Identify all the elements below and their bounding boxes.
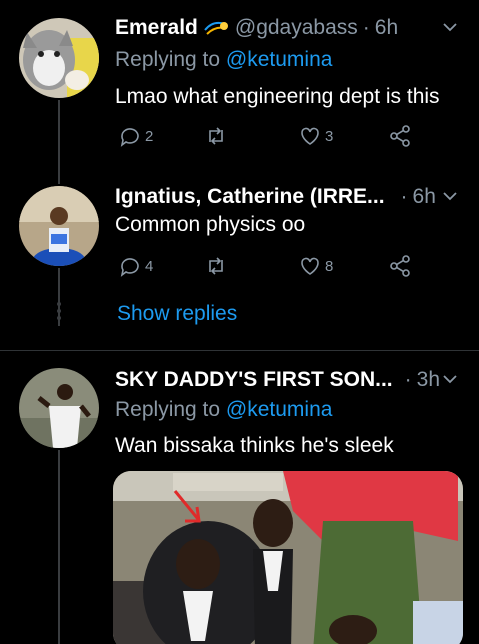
replying-to: Replying to @ketumina xyxy=(115,48,332,72)
tweet-emerald[interactable]: Emerald @gdayabass · 6h Replying to @ket… xyxy=(0,0,479,180)
display-name[interactable]: Emerald xyxy=(115,16,198,40)
avatar-sky-daddy[interactable] xyxy=(19,368,99,448)
timestamp[interactable]: 3h xyxy=(417,368,440,392)
like-icon xyxy=(301,127,319,145)
tweet-text: Common physics oo xyxy=(115,213,306,236)
separator-dot: · xyxy=(404,368,412,391)
retweet-icon xyxy=(209,257,223,275)
reply-icon xyxy=(120,258,139,277)
reply-button[interactable]: 4 xyxy=(118,254,153,278)
tweet-header: SKY DADDY'S FIRST SON... · 3h xyxy=(115,366,465,394)
share-icon xyxy=(390,125,410,147)
like-button[interactable]: 3 xyxy=(298,124,333,148)
display-name[interactable]: SKY DADDY'S FIRST SON... xyxy=(115,368,393,392)
display-name[interactable]: Ignatius, Catherine (IRRE... xyxy=(115,185,385,209)
tweet-text: Wan bissaka thinks he's sleek xyxy=(115,434,394,457)
cat-avatar-image xyxy=(19,18,99,98)
separator-dot: · xyxy=(400,185,408,208)
tweet-header: Ignatius, Catherine (IRRE... · 6h xyxy=(115,183,465,211)
avatar-ignatius[interactable] xyxy=(19,186,99,266)
avatar-emerald[interactable] xyxy=(19,18,99,98)
chevron-down-icon[interactable] xyxy=(443,20,457,34)
tweet-ignatius[interactable]: Ignatius, Catherine (IRRE... · 6h Common… xyxy=(0,180,479,350)
mention-link[interactable]: @ketumina xyxy=(226,48,333,71)
handle[interactable]: @gdayabass xyxy=(235,16,358,40)
tweet-actions: 2 3 xyxy=(118,124,418,154)
comet-emoji-icon xyxy=(203,18,229,38)
photo-image xyxy=(113,471,463,644)
like-count: 3 xyxy=(325,127,334,145)
thread-line xyxy=(58,450,60,644)
chevron-down-icon[interactable] xyxy=(443,189,457,203)
reply-icon xyxy=(120,128,139,147)
thread-dots xyxy=(56,302,62,320)
thread-line xyxy=(58,180,60,184)
reply-button[interactable]: 2 xyxy=(118,124,153,148)
reply-count: 4 xyxy=(145,257,154,275)
share-icon xyxy=(390,255,410,277)
tweet-media-photo[interactable] xyxy=(113,471,463,644)
retweet-button[interactable] xyxy=(204,124,231,148)
tweet-header: Emerald @gdayabass · 6h xyxy=(115,14,465,42)
share-button[interactable] xyxy=(388,124,415,148)
separator-dot: · xyxy=(362,16,370,39)
person-avatar-image xyxy=(19,186,99,266)
like-count: 8 xyxy=(325,257,334,275)
thread-line xyxy=(58,100,60,180)
show-replies-link[interactable]: Show replies xyxy=(117,302,237,326)
mention-link[interactable]: @ketumina xyxy=(226,398,333,421)
share-button[interactable] xyxy=(388,254,415,278)
replying-to: Replying to @ketumina xyxy=(115,398,332,422)
timestamp[interactable]: 6h xyxy=(413,185,436,209)
timestamp[interactable]: 6h xyxy=(375,16,398,40)
replying-prefix: Replying to xyxy=(115,48,221,71)
person-avatar-image xyxy=(19,368,99,448)
tweet-text: Lmao what engineering dept is this xyxy=(115,85,440,108)
reply-count: 2 xyxy=(145,127,154,145)
like-icon xyxy=(301,257,319,275)
retweet-button[interactable] xyxy=(204,254,231,278)
chevron-down-icon[interactable] xyxy=(443,372,457,386)
replying-prefix: Replying to xyxy=(115,398,221,421)
retweet-icon xyxy=(209,127,223,145)
tweet-actions: 4 8 xyxy=(118,254,418,284)
like-button[interactable]: 8 xyxy=(298,254,333,278)
